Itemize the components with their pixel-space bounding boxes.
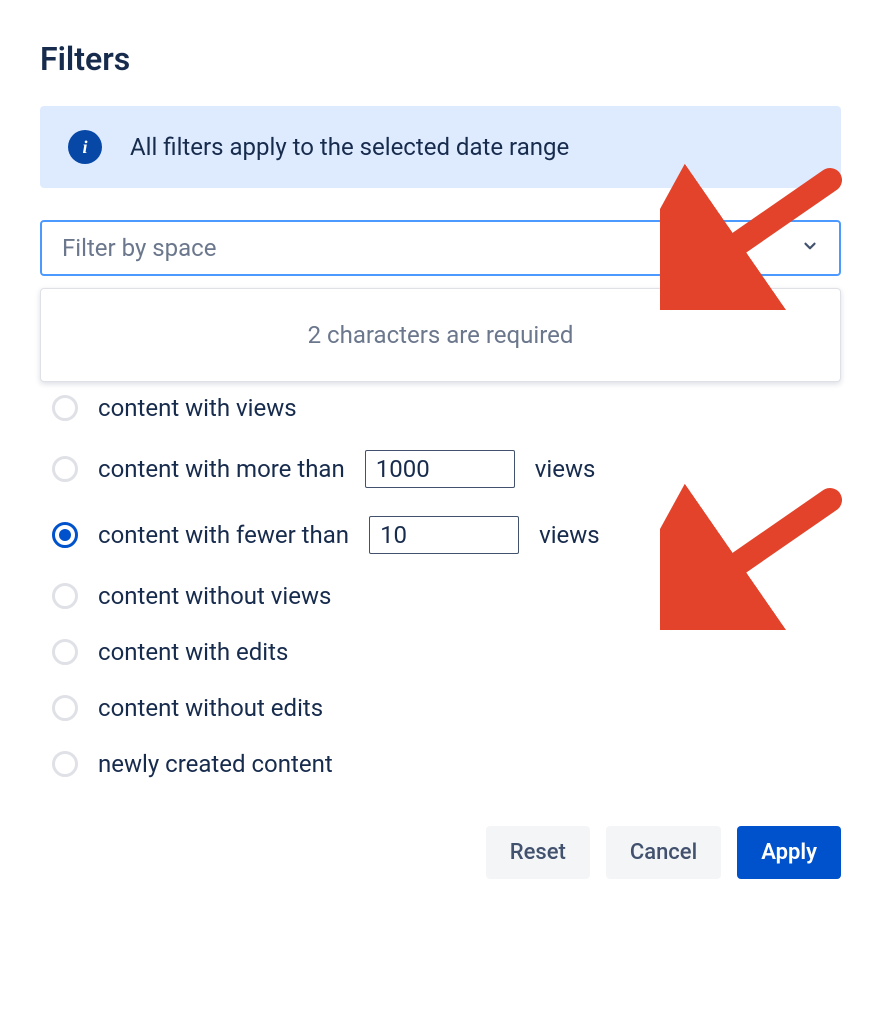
radio-button[interactable] xyxy=(52,456,78,482)
radio-label: content with views xyxy=(98,394,297,422)
space-filter-select[interactable]: Filter by space xyxy=(40,220,841,276)
more-than-input[interactable] xyxy=(365,450,515,488)
radio-label: newly created content xyxy=(98,750,333,778)
radio-label-prefix: content with more than xyxy=(98,455,345,483)
radio-option-content-with-edits[interactable]: content with edits xyxy=(52,638,841,666)
radio-option-newly-created[interactable]: newly created content xyxy=(52,750,841,778)
radio-button[interactable] xyxy=(52,695,78,721)
page-title: Filters xyxy=(40,40,841,78)
chevron-down-icon xyxy=(801,237,819,259)
radio-button[interactable] xyxy=(52,639,78,665)
fewer-than-input[interactable] xyxy=(369,516,519,554)
space-filter-placeholder: Filter by space xyxy=(62,234,216,262)
button-bar: Reset Cancel Apply xyxy=(40,826,841,879)
radio-option-content-with-views[interactable]: content with views xyxy=(52,394,841,422)
radio-option-more-than[interactable]: content with more than views xyxy=(52,450,841,488)
radio-button[interactable] xyxy=(52,395,78,421)
cancel-button[interactable]: Cancel xyxy=(606,826,721,879)
info-banner-text: All filters apply to the selected date r… xyxy=(130,133,569,161)
radio-label-suffix: views xyxy=(539,521,600,549)
radio-option-fewer-than[interactable]: content with fewer than views xyxy=(52,516,841,554)
info-icon: i xyxy=(68,130,102,164)
reset-button[interactable]: Reset xyxy=(486,826,590,879)
space-filter-dropdown-hint: 2 characters are required xyxy=(40,288,841,382)
radio-label: content without views xyxy=(98,582,331,610)
info-banner: i All filters apply to the selected date… xyxy=(40,106,841,188)
radio-group: content with views content with more tha… xyxy=(52,394,841,778)
apply-button[interactable]: Apply xyxy=(737,826,841,879)
radio-button[interactable] xyxy=(52,522,78,548)
radio-button[interactable] xyxy=(52,583,78,609)
radio-label-prefix: content with fewer than xyxy=(98,521,349,549)
radio-option-content-without-edits[interactable]: content without edits xyxy=(52,694,841,722)
radio-label: content without edits xyxy=(98,694,323,722)
radio-label: content with edits xyxy=(98,638,288,666)
radio-option-content-without-views[interactable]: content without views xyxy=(52,582,841,610)
radio-label-suffix: views xyxy=(535,455,596,483)
radio-button[interactable] xyxy=(52,751,78,777)
